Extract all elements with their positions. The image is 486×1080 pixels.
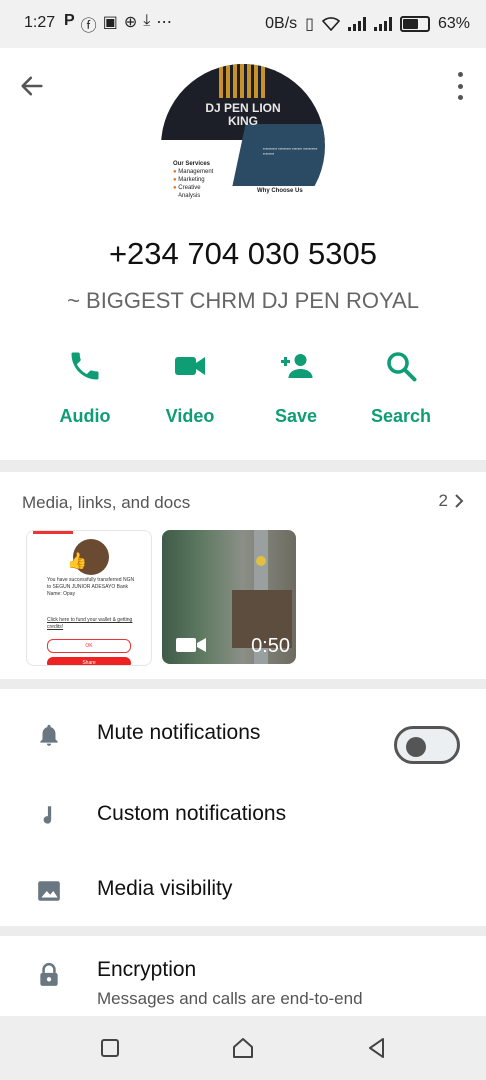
custom-notifications-label: Custom notifications	[97, 802, 287, 825]
search-button[interactable]: Search	[351, 348, 451, 438]
status-time: 1:27	[24, 14, 56, 31]
signal-icon	[347, 17, 366, 31]
media-section: Media, links, and docs 2 👍 You have succ…	[0, 472, 486, 679]
service-item: Analysis	[177, 193, 201, 199]
encryption-row[interactable]: Encryption Messages and calls are end-to…	[0, 936, 486, 1016]
contact-header: DJ PEN LION KING ▪▪▪▪▪▪▪▪▪▪ ▪▪▪▪▪▪▪▪▪ ▪▪…	[0, 48, 486, 460]
receipt-share: Share	[47, 657, 131, 665]
back-nav-icon[interactable]	[363, 1034, 391, 1062]
notif-icon-p: P	[64, 12, 75, 29]
image-icon	[38, 881, 60, 901]
thumbs-up-icon: 👍	[67, 553, 87, 570]
bell-icon	[40, 724, 58, 746]
phone-icon	[71, 352, 99, 380]
media-thumbnail-image[interactable]: 👍 You have successfully transferred NGN …	[26, 530, 152, 666]
notif-icon-facebook: ⓕ	[80, 18, 97, 35]
notif-icon-more: ⋯	[156, 14, 173, 31]
signal-icon-2	[373, 17, 392, 31]
video-duration: 0:50	[251, 635, 290, 657]
wifi-icon	[321, 17, 340, 31]
media-visibility-label: Media visibility	[97, 877, 233, 900]
search-icon	[387, 352, 417, 382]
status-bar: 1:27 P ⓕ ▣ ⊕ ⤓ ⋯ 0B/s ▯ 63%	[0, 0, 486, 48]
avatar-services: Our Services ● Management ● Marketing ● …	[173, 161, 214, 199]
net-speed: 0B/s	[265, 15, 298, 32]
video-call-button[interactable]: Video	[140, 348, 240, 438]
system-nav-bar	[0, 1016, 486, 1080]
back-arrow-icon[interactable]	[18, 72, 46, 100]
receipt-link: Click here to fund your wallet & getting…	[47, 617, 133, 630]
save-label: Save	[274, 406, 318, 426]
audio-label: Audio	[59, 406, 111, 426]
receipt-ok: OK	[47, 639, 131, 653]
services-heading: Our Services	[173, 161, 211, 167]
service-item: Creative	[178, 185, 201, 191]
save-contact-button[interactable]: Save	[246, 348, 346, 438]
lock-icon	[40, 962, 58, 986]
media-count[interactable]: 2	[439, 491, 464, 511]
vibrate-icon: ▯	[305, 16, 314, 33]
avatar-panel-text: ▪▪▪▪▪▪▪▪▪▪ ▪▪▪▪▪▪▪▪▪ ▪▪▪▪▪▪▪ ▪▪▪▪▪▪▪▪▪▪ …	[263, 146, 318, 156]
music-note-icon	[43, 806, 52, 824]
lion-mane-graphic	[219, 64, 265, 98]
notif-icon-app2: ⊕	[123, 14, 138, 31]
recents-icon[interactable]	[96, 1034, 124, 1062]
notif-icon-app: ▣	[102, 14, 118, 31]
mute-notifications-label: Mute notifications	[97, 721, 261, 744]
media-count-value: 2	[438, 491, 448, 510]
chevron-right-icon	[455, 494, 464, 508]
add-person-icon	[281, 354, 313, 378]
search-label: Search	[370, 406, 432, 426]
media-title[interactable]: Media, links, and docs	[22, 493, 190, 513]
encryption-label: Encryption	[97, 958, 197, 981]
service-item: Marketing	[178, 177, 205, 183]
mute-toggle[interactable]	[394, 726, 460, 764]
video-icon	[176, 638, 206, 652]
avatar-title: DJ PEN LION KING	[161, 102, 325, 128]
battery-percent: 63%	[437, 15, 470, 32]
media-visibility-row[interactable]: Media visibility	[0, 860, 486, 920]
custom-notifications-row[interactable]: Custom notifications	[0, 785, 486, 845]
video-label: Video	[165, 406, 215, 426]
notification-icons: P ⓕ ▣ ⊕ ⤓ ⋯	[64, 12, 172, 36]
more-options-icon[interactable]	[456, 72, 464, 100]
contact-phone: +234 704 030 5305	[108, 236, 378, 271]
battery-icon	[399, 16, 430, 32]
mute-notifications-row[interactable]: Mute notifications	[0, 704, 486, 764]
avatar-why: Why Choose Us	[257, 188, 303, 194]
receipt-text: You have successfully transferred NGN to…	[47, 577, 135, 597]
contact-about: ~ BIGGEST CHRM DJ PEN ROYAL	[67, 288, 419, 313]
audio-call-button[interactable]: Audio	[35, 348, 135, 438]
media-thumbnail-video[interactable]: 0:50	[162, 530, 296, 664]
home-icon[interactable]	[229, 1034, 257, 1062]
service-item: Management	[178, 169, 214, 175]
contact-avatar[interactable]: DJ PEN LION KING ▪▪▪▪▪▪▪▪▪▪ ▪▪▪▪▪▪▪▪▪ ▪▪…	[161, 64, 325, 228]
encryption-subtitle: Messages and calls are end-to-end	[97, 989, 363, 1008]
action-buttons: Audio Video Save Search	[0, 348, 486, 448]
avatar-title-line1: DJ PEN LION	[205, 101, 281, 115]
avatar-title-line2: KING	[228, 114, 258, 128]
videocam-icon	[175, 357, 205, 375]
notification-settings: Mute notifications Custom notifications …	[0, 689, 486, 926]
notif-icon-download: ⤓	[143, 12, 151, 29]
